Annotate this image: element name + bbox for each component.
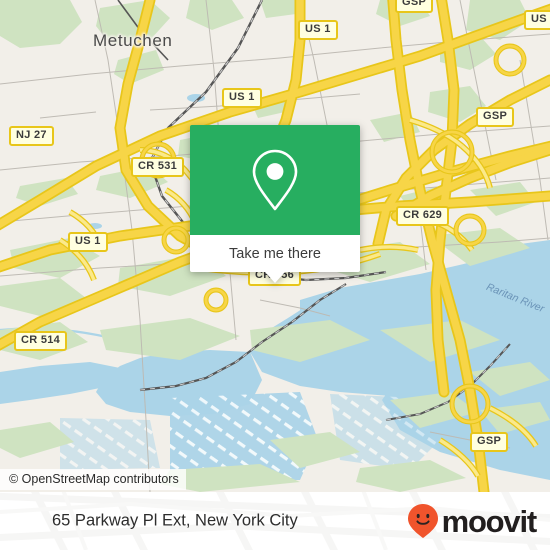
road-shield[interactable]: US 1 — [68, 232, 108, 252]
moovit-pin-smiley-icon — [407, 504, 438, 538]
address-label: 65 Parkway Pl Ext, New York City — [52, 511, 298, 530]
map-pin-icon — [252, 149, 298, 211]
osm-attribution-label: © OpenStreetMap contributors — [9, 472, 179, 486]
popup-tail — [265, 272, 285, 283]
popup-header — [190, 125, 360, 235]
location-popup-card[interactable]: Take me there — [190, 125, 360, 283]
moovit-map-screenshot: Metuchen Raritan River US 1 GSP US 1 US … — [0, 0, 550, 550]
road-shield[interactable]: CR 531 — [131, 157, 185, 177]
road-shield[interactable]: US 1 — [222, 88, 262, 108]
take-me-there-button[interactable]: Take me there — [190, 235, 360, 272]
footer-bar: 65 Parkway Pl Ext, New York City moovit — [0, 492, 550, 550]
map-place-label-metuchen: Metuchen — [93, 31, 173, 50]
road-shield[interactable]: GSP — [476, 107, 515, 127]
road-shield[interactable]: US 1 — [524, 10, 550, 30]
take-me-there-label: Take me there — [229, 245, 321, 262]
moovit-logo: moovit — [407, 503, 538, 539]
road-shield[interactable]: GSP — [470, 432, 509, 452]
osm-attribution[interactable]: © OpenStreetMap contributors — [0, 469, 186, 490]
road-shield[interactable]: GSP — [395, 0, 434, 13]
moovit-wordmark: moovit — [441, 503, 538, 539]
road-shield[interactable]: CR 629 — [396, 206, 450, 226]
map-viewport[interactable]: Metuchen Raritan River US 1 GSP US 1 US … — [0, 0, 550, 492]
road-shield[interactable]: US 1 — [298, 20, 338, 40]
road-shield[interactable]: NJ 27 — [9, 126, 54, 146]
road-shield[interactable]: CR 514 — [14, 331, 68, 351]
